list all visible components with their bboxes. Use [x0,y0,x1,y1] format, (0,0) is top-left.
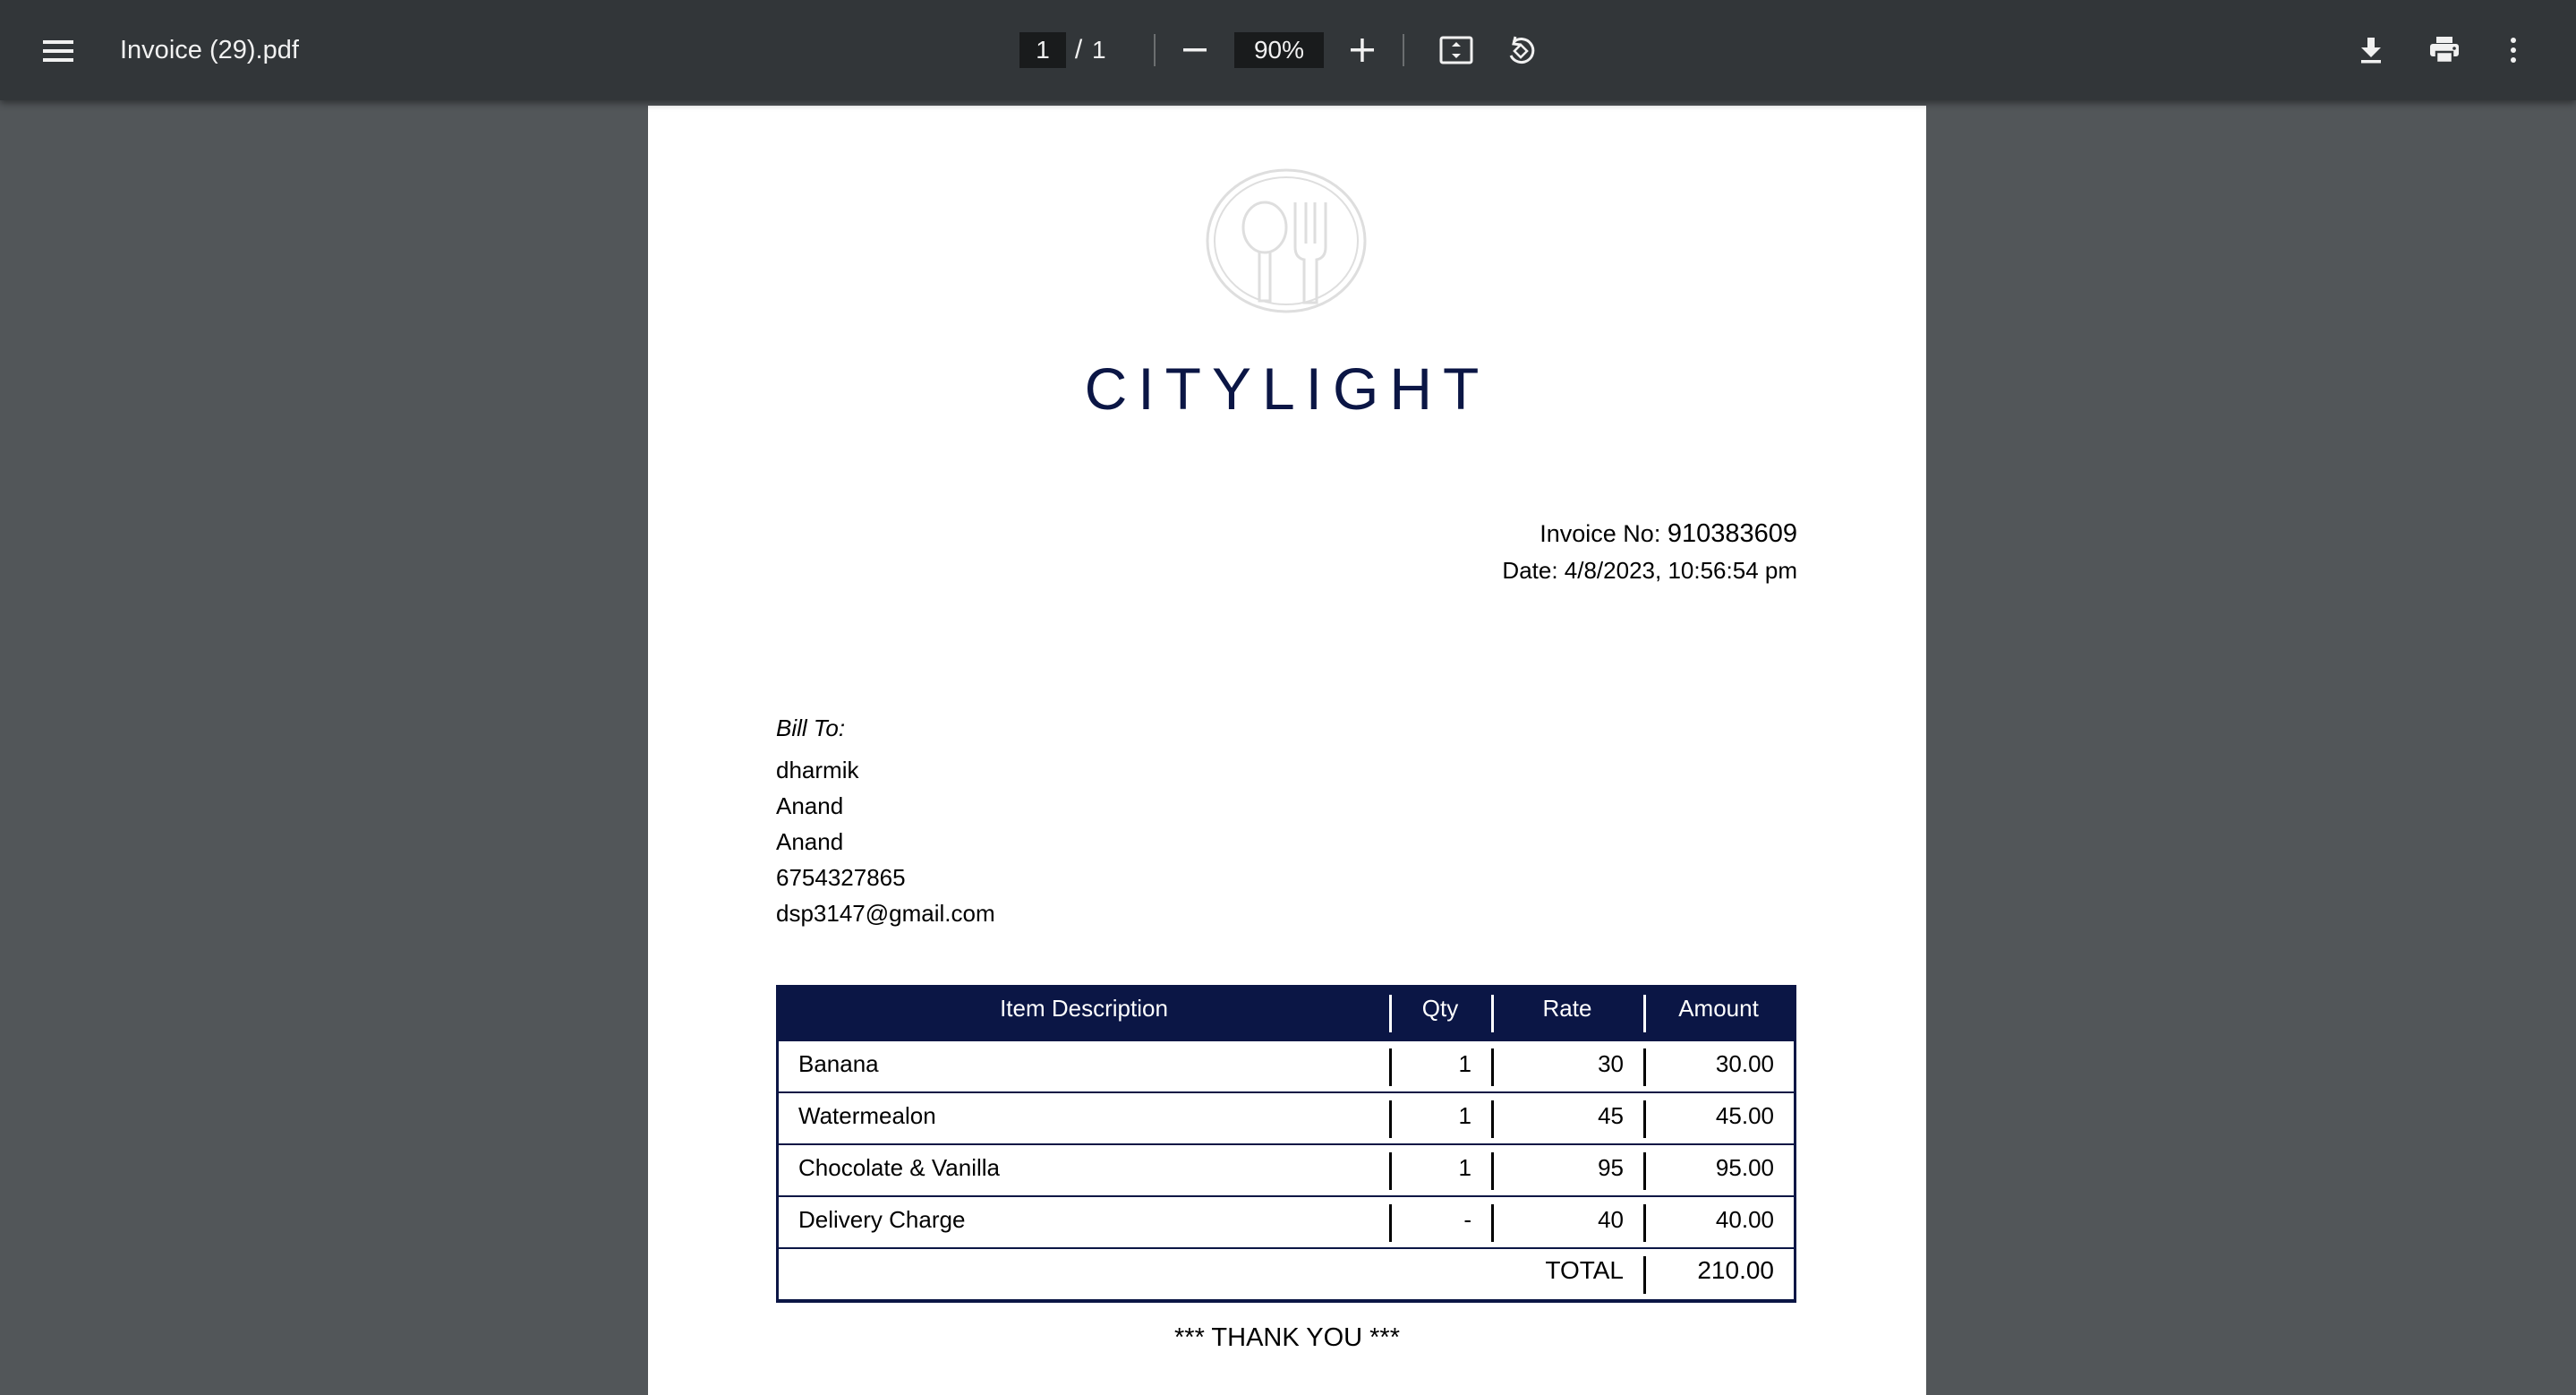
item-description: Banana [798,1050,879,1077]
item-qty: - [1389,1197,1491,1247]
table-header-row: Item Description Qty Rate Amount [779,988,1794,1040]
table-row: Banana 1 30 30.00 [779,1040,1794,1091]
item-qty: 1 [1389,1093,1491,1143]
zoom-out-icon[interactable] [1173,28,1217,73]
item-description: Chocolate & Vanilla [798,1154,1000,1181]
item-amount: 40.00 [1643,1197,1794,1247]
header-rate-label: Rate [1542,995,1592,1022]
bill-to-phone: 6754327865 [776,864,906,891]
page-number-input[interactable]: 1 [1019,32,1066,68]
invoice-table: Item Description Qty Rate Amount Banana … [776,985,1796,1303]
invoice-number-value: 910383609 [1667,519,1797,548]
restaurant-logo-icon [1204,167,1369,315]
bill-to-email: dsp3147@gmail.com [776,900,995,927]
item-qty-value: 1 [1458,1050,1471,1077]
table-row: Delivery Charge - 40 40.00 [779,1195,1794,1247]
item-rate: 30 [1491,1041,1643,1091]
item-rate: 40 [1491,1197,1643,1247]
item-rate: 95 [1491,1145,1643,1195]
menu-icon[interactable] [36,29,81,73]
table-row: Chocolate & Vanilla 1 95 95.00 [779,1143,1794,1195]
more-vert-icon[interactable] [2494,28,2533,73]
item-rate-value: 40 [1598,1206,1624,1233]
header-rate: Rate [1491,988,1643,1040]
item-amount: 30.00 [1643,1041,1794,1091]
item-qty: 1 [1389,1145,1491,1195]
item-rate-value: 30 [1598,1050,1624,1077]
zoom-in-icon[interactable] [1340,28,1385,73]
item-qty-value: 1 [1458,1102,1471,1129]
item-description: Delivery Charge [798,1206,966,1233]
item-description: Watermealon [798,1102,936,1129]
header-item-description: Item Description [1000,995,1168,1022]
toolbar-divider [1154,34,1156,66]
bill-to-name: dharmik [776,757,859,783]
item-qty-value: - [1463,1206,1471,1233]
item-amount: 45.00 [1643,1093,1794,1143]
rotate-icon[interactable] [1498,28,1543,73]
pdf-toolbar: Invoice (29).pdf 1 / 1 90% [0,0,2576,100]
header-qty-label: Qty [1421,995,1459,1022]
thank-you-note: *** THANK YOU *** [1174,1323,1400,1352]
bill-to-address-line: Anand [776,792,844,819]
invoice-date: Date: 4/8/2023, 10:56:54 pm [1502,557,1797,584]
item-rate-value: 45 [1598,1102,1624,1129]
total-amount: 210.00 [1643,1249,1794,1299]
header-qty: Qty [1389,988,1491,1040]
header-amount-label: Amount [1678,995,1759,1022]
item-rate: 45 [1491,1093,1643,1143]
total-label: TOTAL [1545,1256,1624,1284]
toolbar-divider [1403,34,1404,66]
item-amount-value: 45.00 [1715,1102,1774,1129]
item-qty-value: 1 [1458,1154,1471,1181]
fit-page-icon[interactable] [1434,28,1479,73]
item-amount: 95.00 [1643,1145,1794,1195]
item-amount-value: 95.00 [1715,1154,1774,1181]
brand-name: CITYLIGHT [1084,355,1490,422]
page-total: 1 [1092,36,1106,64]
invoice-number: Invoice No: 910383609 [1540,519,1797,549]
item-rate-value: 95 [1598,1154,1624,1181]
page-separator: / [1074,35,1083,64]
item-amount-value: 30.00 [1715,1050,1774,1077]
item-qty: 1 [1389,1041,1491,1091]
bill-to-city: Anand [776,828,844,855]
document-title: Invoice (29).pdf [120,36,299,64]
item-amount-value: 40.00 [1715,1206,1774,1233]
pdf-page: CITYLIGHT Invoice No: 910383609 Date: 4/… [648,106,1926,1395]
total-row: TOTAL 210.00 [779,1247,1794,1299]
header-amount: Amount [1643,988,1794,1040]
bill-to-label: Bill To: [776,715,846,741]
zoom-level-input[interactable]: 90% [1234,32,1324,68]
table-row: Watermealon 1 45 45.00 [779,1091,1794,1143]
bill-to-block: dharmik Anand Anand 6754327865 dsp3147@g… [776,752,995,931]
total-amount-value: 210.00 [1697,1256,1774,1284]
download-icon[interactable] [2349,28,2393,73]
print-icon[interactable] [2419,28,2469,73]
invoice-number-label: Invoice No: [1540,520,1661,547]
